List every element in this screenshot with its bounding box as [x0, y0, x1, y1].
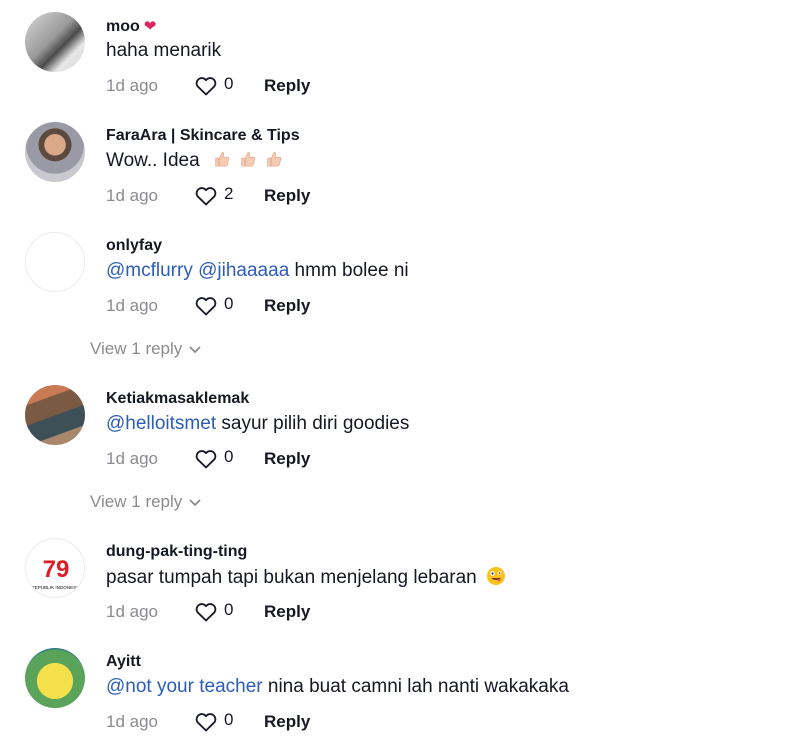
reply-button[interactable]: Reply — [264, 76, 310, 96]
mention-link[interactable]: @mcflurry — [106, 260, 193, 281]
like-count: 0 — [224, 600, 234, 619]
chevron-down-icon — [189, 498, 201, 506]
like-count: 0 — [224, 710, 234, 729]
view-replies-button[interactable]: View 1 reply — [90, 339, 202, 359]
like-heart-icon[interactable] — [194, 710, 218, 734]
avatar[interactable] — [25, 385, 85, 445]
independence-logo-icon: 79 REPUBLIK INDONESIA — [31, 556, 81, 590]
comment-time: 1d ago — [106, 76, 158, 95]
comment-username[interactable]: Ketiakmasaklemak — [106, 390, 249, 408]
like-heart-icon[interactable] — [194, 447, 218, 471]
comment-text: pasar tumpah tapi bukan menjelang lebara… — [106, 566, 506, 589]
comment-text: Wow.. Idea — [106, 150, 283, 172]
chevron-down-icon — [189, 345, 201, 353]
mention-link[interactable]: @helloitsmet — [106, 413, 216, 434]
like-heart-icon[interactable] — [194, 74, 218, 98]
like-count: 0 — [224, 447, 234, 466]
comment-time: 1d ago — [106, 449, 158, 468]
comment-time: 1d ago — [106, 296, 158, 315]
thumbs-up-emoji-icon — [267, 152, 282, 167]
reply-button[interactable]: Reply — [264, 296, 310, 316]
comment-text: haha menarik — [106, 40, 222, 61]
comment-username[interactable]: FaraAra | Skincare & Tips — [106, 127, 300, 145]
mention-link[interactable]: @jihaaaaa — [198, 260, 289, 281]
comment-username[interactable]: moo ❤ — [106, 17, 156, 36]
reply-button[interactable]: Reply — [264, 186, 310, 206]
heart-badge-icon: ❤ — [143, 18, 157, 35]
like-heart-icon[interactable] — [194, 294, 218, 318]
like-count: 0 — [224, 74, 234, 93]
comment-text: @mcflurry @jihaaaaa hmm bolee ni — [106, 260, 409, 281]
avatar[interactable] — [25, 122, 85, 182]
reply-button[interactable]: Reply — [264, 712, 310, 732]
view-replies-button[interactable]: View 1 reply — [90, 492, 202, 512]
comment-time: 1d ago — [106, 712, 158, 731]
reply-button[interactable]: Reply — [264, 602, 310, 622]
zany-face-emoji-icon — [487, 567, 506, 585]
avatar[interactable]: 79 REPUBLIK INDONESIA — [25, 538, 85, 598]
avatar[interactable] — [25, 648, 85, 708]
thumbs-up-emoji-icon — [215, 152, 230, 167]
like-heart-icon[interactable] — [194, 600, 218, 624]
like-count: 0 — [224, 294, 234, 313]
svg-text:79: 79 — [43, 556, 70, 583]
svg-text:REPUBLIK INDONESIA: REPUBLIK INDONESIA — [31, 585, 81, 590]
comment-username[interactable]: onlyfay — [106, 237, 162, 255]
username-text[interactable]: moo — [106, 18, 140, 35]
comment-text: @not your teacher nina buat camni lah na… — [106, 676, 569, 697]
reply-button[interactable]: Reply — [264, 449, 310, 469]
comment-time: 1d ago — [106, 186, 158, 205]
like-heart-icon[interactable] — [194, 184, 218, 208]
like-count: 2 — [224, 184, 234, 203]
comment-time: 1d ago — [106, 602, 158, 621]
comment-username[interactable]: dung-pak-ting-ting — [106, 543, 247, 561]
avatar[interactable] — [25, 232, 85, 292]
avatar[interactable] — [25, 12, 85, 72]
comment-text: @helloitsmet sayur pilih diri goodies — [106, 413, 410, 434]
mention-link[interactable]: @not your teacher — [106, 676, 263, 697]
thumbs-up-emoji-icon — [241, 152, 256, 167]
comment-username[interactable]: Ayitt — [106, 653, 141, 671]
